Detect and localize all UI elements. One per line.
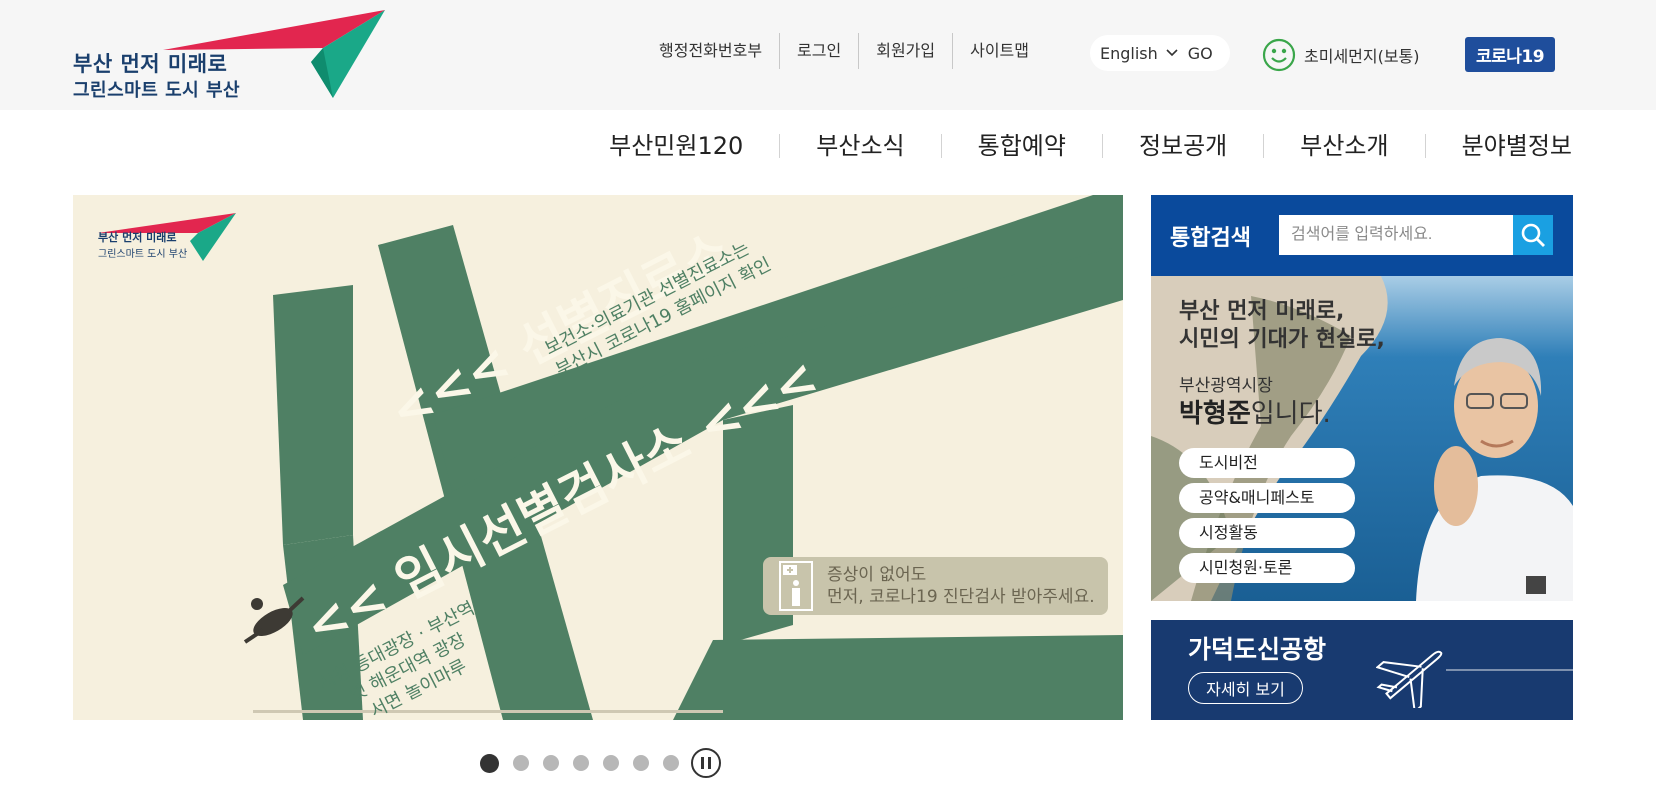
util-link-login[interactable]: 로그인 — [779, 33, 858, 69]
search-label: 통합검색 — [1170, 225, 1251, 251]
language-selector: English GO — [1090, 35, 1230, 71]
mayor-name-line: 박형준입니다. — [1179, 393, 1331, 430]
slider-dot-7[interactable] — [663, 755, 679, 771]
mayor-links: 도시비전 공약&매니페스토 시정활동 시민청원·토론 — [1179, 448, 1355, 588]
main-navigation: 부산민원120 부산소식 통합예약 정보공개 부산소개 분야별정보 — [573, 125, 1572, 167]
search-icon — [1521, 223, 1545, 247]
util-link-sitemap[interactable]: 사이트맵 — [952, 33, 1046, 69]
fine-dust-status[interactable]: 초미세먼지(보통) — [1262, 38, 1420, 72]
airport-more-button[interactable]: 자세히 보기 — [1188, 672, 1303, 704]
top-utility-bar: 부산 먼저 미래로 그린스마트 도시 부산 행정전화번호부 로그인 회원가입 사… — [0, 0, 1656, 110]
banner-logo-text-primary: 부산 먼저 미래로 — [98, 231, 177, 244]
mayor-introduction-panel: 부산 먼저 미래로, 시민의 기대가 현실로, 부산광역시장 박형준입니다. 도… — [1151, 276, 1573, 601]
language-go-button[interactable]: GO — [1188, 44, 1213, 63]
slider-pagination — [480, 748, 721, 778]
slider-dot-1[interactable] — [480, 753, 499, 773]
banner-notice-box: 증상이 없어도 먼저, 코로나19 진단검사 받아주세요. — [763, 557, 1108, 615]
utility-links: 행정전화번호부 로그인 회원가입 사이트맵 — [643, 33, 1046, 69]
nav-item-field-info[interactable]: 분야별정보 — [1424, 134, 1572, 158]
search-button[interactable] — [1513, 215, 1553, 255]
util-link-signup[interactable]: 회원가입 — [858, 33, 952, 69]
slider-dot-4[interactable] — [573, 755, 589, 771]
mayor-name-suffix: 입니다. — [1250, 399, 1331, 429]
nav-item-information[interactable]: 정보공개 — [1101, 134, 1263, 158]
nav-item-reservation[interactable]: 통합예약 — [940, 134, 1102, 158]
mayor-link-city-vision[interactable]: 도시비전 — [1179, 448, 1355, 478]
slider-dot-2[interactable] — [513, 755, 529, 771]
language-selected: English — [1100, 43, 1158, 63]
busan-logo[interactable]: 부산 먼저 미래로 그린스마트 도시 부산 — [73, 10, 385, 101]
slider-pause-button[interactable] — [691, 748, 721, 778]
slider-dot-6[interactable] — [633, 755, 649, 771]
slider-dot-3[interactable] — [543, 755, 559, 771]
mayor-headline: 부산 먼저 미래로, 시민의 기대가 현실로, — [1179, 299, 1385, 352]
logo-text-secondary: 그린스마트 도시 부산 — [73, 80, 241, 101]
mayor-link-petition[interactable]: 시민청원·토론 — [1179, 553, 1355, 583]
fine-dust-label: 초미세먼지(보통) — [1304, 47, 1420, 66]
banner-logo-text-secondary: 그린스마트 도시 부산 — [98, 249, 188, 260]
main-banner-slide[interactable]: 부산 먼저 미래로 그린스마트 도시 부산 <<< 선별진료소 보건소·의료기관… — [73, 195, 1123, 720]
nav-item-news[interactable]: 부산소식 — [779, 134, 940, 158]
corona19-button[interactable]: 코로나19 — [1465, 37, 1555, 72]
logo-text-primary: 부산 먼저 미래로 — [73, 52, 228, 76]
nav-item-about-busan[interactable]: 부산소개 — [1263, 134, 1424, 158]
slider-dot-5[interactable] — [603, 755, 619, 771]
mayor-link-manifesto[interactable]: 공약&매니페스토 — [1179, 483, 1355, 513]
search-input[interactable] — [1279, 215, 1513, 255]
nav-item-civil-120[interactable]: 부산민원120 — [573, 134, 779, 158]
language-dropdown[interactable]: English — [1100, 44, 1178, 63]
integrated-search-panel: 통합검색 — [1151, 195, 1573, 276]
smiley-face-icon — [1262, 38, 1296, 72]
pause-icon-bar — [708, 757, 711, 769]
runner-figure-icon — [243, 590, 313, 654]
gadeokdo-airport-banner[interactable]: 가덕도신공항 자세히 보기 — [1151, 620, 1573, 720]
hospital-person-icon — [779, 561, 813, 611]
banner-notice-text: 증상이 없어도 먼저, 코로나19 진단검사 받아주세요. — [827, 565, 1095, 607]
chevron-down-icon — [1166, 49, 1178, 57]
banner-mini-logo: 부산 먼저 미래로 그린스마트 도시 부산 — [98, 213, 238, 267]
mayor-link-activities[interactable]: 시정활동 — [1179, 518, 1355, 548]
mayor-name: 박형준 — [1179, 399, 1251, 429]
pause-icon — [701, 757, 704, 769]
util-link-phonebook[interactable]: 행정전화번호부 — [643, 33, 779, 69]
airplane-icon — [1376, 650, 1573, 708]
airport-title: 가덕도신공항 — [1188, 635, 1327, 664]
